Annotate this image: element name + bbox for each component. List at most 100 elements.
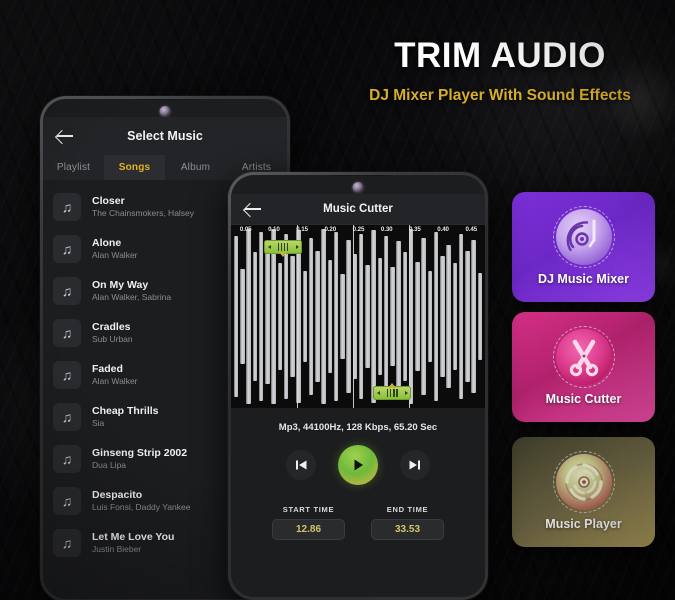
waveform-bar (471, 239, 476, 394)
select-music-title: Select Music (127, 129, 203, 143)
waveform-bar (315, 250, 320, 383)
waveform-bar (427, 270, 433, 363)
song-title: Faded (92, 362, 123, 375)
music-cutter-appbar: Music Cutter (231, 194, 485, 224)
select-music-appbar: Select Music (43, 117, 287, 155)
waveform-bar (346, 239, 351, 394)
music-cutter-title: Music Cutter (323, 203, 393, 215)
song-meta: Cradles Sub Urban (92, 320, 133, 346)
waveform-bar (390, 267, 395, 366)
waveform-bar (371, 230, 376, 403)
song-title: Cheap Thrills (92, 404, 159, 417)
song-artist: Dua Lipa (92, 460, 127, 471)
song-artist: Sia (92, 418, 105, 429)
song-artist: Justin Bieber (92, 544, 142, 555)
song-artist: Luis Fonsi, Daddy Yankee (92, 502, 191, 513)
waveform-bar (440, 256, 445, 377)
song-artist: Sub Urban (92, 334, 133, 345)
waveform-bar (433, 232, 439, 401)
next-track-icon (409, 460, 420, 470)
earpiece-grille-icon (329, 175, 387, 176)
waveform-bar (258, 232, 264, 401)
turntable-icon (552, 205, 615, 268)
music-note-icon: ♫ (53, 529, 81, 557)
waveform-bar (415, 261, 420, 372)
play-button[interactable] (338, 445, 378, 485)
song-meta: Let Me Love You Justin Bieber (92, 530, 174, 556)
waveform-bar (377, 257, 383, 376)
end-time-block: END TIME 33.53 (371, 505, 444, 540)
start-time-label: START TIME (282, 505, 335, 514)
scissors-icon (552, 325, 615, 388)
vinyl-disc-icon (552, 450, 615, 513)
waveform-bar (452, 263, 458, 370)
waveform-bar (333, 232, 339, 401)
waveform-bar (283, 234, 289, 399)
waveform-bar (477, 272, 483, 361)
song-meta: Alone Alan Walker (92, 236, 138, 262)
waveform-bar (246, 228, 251, 405)
feature-card-dj-music-mixer[interactable]: DJ Music Mixer (512, 192, 655, 302)
music-note-icon: ♫ (53, 277, 81, 305)
previous-track-button[interactable] (286, 450, 316, 480)
selection-start-handle[interactable] (264, 240, 303, 257)
tab-album[interactable]: Album (165, 155, 226, 180)
audio-file-info: Mp3, 44100Hz, 128 Kbps, 65.20 Sec (231, 408, 485, 433)
waveform-bar (290, 256, 295, 377)
song-title: Closer (92, 194, 125, 207)
waveform-bar (465, 250, 470, 383)
end-time-value[interactable]: 33.53 (371, 519, 444, 540)
page-title: TRIM AUDIO (394, 36, 606, 75)
song-title: Cradles (92, 320, 131, 333)
play-icon (354, 459, 363, 471)
song-title: Despacito (92, 488, 143, 501)
back-arrow-icon[interactable] (243, 199, 263, 219)
start-time-block: START TIME 12.86 (272, 505, 345, 540)
waveform-bar (271, 228, 276, 405)
end-time-label: END TIME (386, 505, 429, 514)
song-title: Let Me Love You (92, 530, 175, 543)
song-artist: Alan Walker (92, 250, 138, 261)
headline-block: TRIM AUDIO DJ Mixer Player With Sound Ef… (330, 36, 670, 105)
waveform-editor[interactable]: 0.05 0.10 0.15 0.20 0.25 0.30 0.35 0.40 0.45 (231, 224, 485, 408)
music-note-icon: ♫ (53, 403, 81, 431)
tab-songs[interactable]: Songs (104, 155, 165, 180)
song-title: Alone (92, 236, 122, 249)
feature-card-label: Music Cutter (545, 391, 622, 406)
feature-card-music-cutter[interactable]: Music Cutter (512, 312, 655, 422)
music-note-icon: ♫ (53, 487, 81, 515)
playback-controls (231, 433, 485, 499)
song-meta: Closer The Chainsmokers, Halsey (92, 194, 194, 220)
music-note-icon: ♫ (53, 319, 81, 347)
waveform-bar (240, 268, 245, 365)
start-time-value[interactable]: 12.86 (272, 519, 345, 540)
song-meta: Faded Alan Walker (92, 362, 138, 388)
feature-card-label: Music Player (545, 516, 622, 531)
song-meta: Cheap Thrills Sia (92, 404, 159, 430)
feature-card-music-player[interactable]: Music Player (512, 437, 655, 547)
previous-track-icon (296, 460, 307, 470)
waveform-bar (252, 252, 258, 381)
waveform-bar (265, 248, 270, 385)
back-arrow-icon[interactable] (55, 126, 75, 146)
feature-card-label: DJ Music Mixer (537, 271, 629, 286)
music-note-icon: ♫ (53, 235, 81, 263)
song-title: On My Way (92, 278, 149, 291)
waveform-divider (352, 225, 354, 408)
phone-right-screen: Music Cutter 0.05 0.10 0.15 0.20 0.25 0.30 0.3… (231, 175, 485, 597)
music-note-icon: ♫ (53, 361, 81, 389)
waveform-bar (302, 270, 308, 363)
song-meta: Ginseng Strip 2002 Dua Lipa (92, 446, 187, 472)
waveform-bar (308, 237, 314, 396)
earpiece-grille-icon (136, 99, 194, 100)
trim-time-fields: START TIME 12.86 END TIME 33.53 (231, 499, 485, 550)
waveform-bar (277, 263, 283, 370)
waveform-bar (340, 274, 345, 359)
page-subtitle: DJ Mixer Player With Sound Effects (369, 87, 631, 104)
next-track-button[interactable] (400, 450, 430, 480)
waveform-bar (396, 241, 401, 392)
waveform-bar (402, 252, 408, 381)
selection-end-handle[interactable] (373, 383, 412, 400)
song-meta: On My Way Alan Walker, Sabrina (92, 278, 171, 304)
tab-playlist[interactable]: Playlist (43, 155, 104, 180)
